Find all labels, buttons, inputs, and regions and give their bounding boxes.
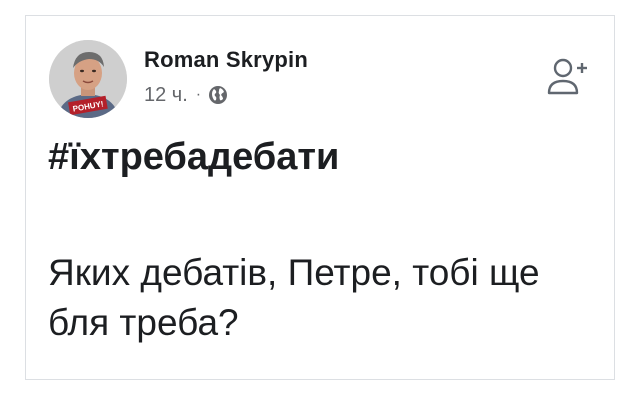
meta-separator: · — [195, 86, 202, 103]
post-card: POHUY! Roman Skrypin 12 ч. · #їхтребадеб… — [25, 15, 615, 380]
post-meta: 12 ч. · — [144, 82, 228, 108]
add-friend-icon[interactable] — [546, 56, 590, 98]
avatar-photo: POHUY! — [49, 40, 127, 118]
post-timestamp[interactable]: 12 ч. — [144, 84, 188, 107]
globe-icon — [208, 85, 228, 105]
avatar[interactable]: POHUY! — [49, 40, 127, 118]
author-name[interactable]: Roman Skrypin — [144, 47, 308, 73]
post-text: Яких дебатів, Петре, тобі ще бля треба? — [48, 252, 540, 343]
post-hashtag[interactable]: #їхтребадебати — [48, 136, 339, 179]
